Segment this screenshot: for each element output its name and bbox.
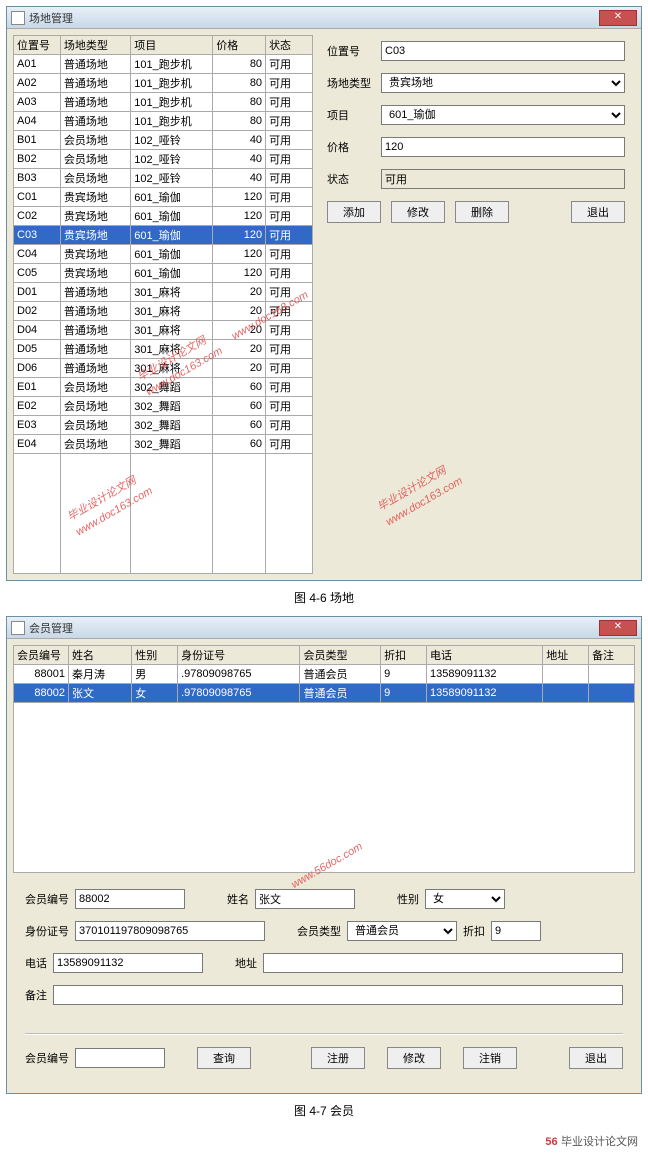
input-note[interactable]	[53, 985, 623, 1005]
label-status: 状态	[327, 171, 381, 187]
table-row[interactable]: D06普通场地301_麻将20可用	[14, 359, 313, 378]
member-grid[interactable]: 会员编号姓名性别身份证号会员类型折扣电话地址备注 88001秦月涛男.97809…	[13, 645, 635, 703]
label-phone: 电话	[25, 955, 47, 971]
member-form: 会员编号 姓名 性别 女 身份证号 会员类型 普通会员 折扣 电话 地址 备注	[7, 879, 641, 1027]
table-row[interactable]: 88002张文女.97809098765普通会员913589091132	[14, 684, 635, 703]
register-button[interactable]: 注册	[311, 1047, 365, 1069]
cancel-button[interactable]: 注销	[463, 1047, 517, 1069]
table-row[interactable]: C02贵宾场地601_瑜伽120可用	[14, 207, 313, 226]
page-footer: 56 毕业设计论文网	[6, 1129, 642, 1153]
input-phone[interactable]	[53, 953, 203, 973]
input-member-id[interactable]	[75, 889, 185, 909]
table-row[interactable]: E04会员场地302_舞蹈60可用	[14, 435, 313, 454]
label-note: 备注	[25, 987, 47, 1003]
label-price: 价格	[327, 139, 381, 155]
col-header[interactable]: 性别	[132, 646, 178, 665]
input-name[interactable]	[255, 889, 355, 909]
table-row[interactable]: B03会员场地102_哑铃40可用	[14, 169, 313, 188]
label-discount: 折扣	[463, 923, 485, 939]
table-row[interactable]: E03会员场地302_舞蹈60可用	[14, 416, 313, 435]
col-header[interactable]: 备注	[589, 646, 635, 665]
table-row[interactable]: C01贵宾场地601_瑜伽120可用	[14, 188, 313, 207]
footer-text: 毕业设计论文网	[561, 1136, 638, 1148]
select-sex[interactable]: 女	[425, 889, 505, 909]
label-item: 项目	[327, 107, 381, 123]
table-row[interactable]: D01普通场地301_麻将20可用	[14, 283, 313, 302]
label-addr: 地址	[235, 955, 257, 971]
window-title: 会员管理	[29, 620, 599, 636]
table-row[interactable]: A04普通场地101_跑步机80可用	[14, 112, 313, 131]
label-card: 身份证号	[25, 923, 69, 939]
window-title: 场地管理	[29, 10, 599, 26]
table-row[interactable]: C03贵宾场地601_瑜伽120可用	[14, 226, 313, 245]
table-row[interactable]: A01普通场地101_跑步机80可用	[14, 55, 313, 74]
venue-grid[interactable]: 位置号场地类型项目价格状态 A01普通场地101_跑步机80可用A02普通场地1…	[13, 35, 313, 574]
col-header[interactable]: 会员类型	[300, 646, 381, 665]
window-member-manage: 会员管理 ✕ 会员编号姓名性别身份证号会员类型折扣电话地址备注 88001秦月涛…	[6, 616, 642, 1094]
figure-caption-2: 图 4-7 会员	[6, 1102, 642, 1119]
add-button[interactable]: 添加	[327, 201, 381, 223]
label-sex: 性别	[397, 891, 419, 907]
venue-form: 位置号 场地类型贵宾场地 项目601_瑜伽 价格 状态 添加 修改 删除 退出	[323, 35, 635, 574]
label-pos: 位置号	[327, 43, 381, 59]
label-member-id: 会员编号	[25, 891, 69, 907]
table-row[interactable]: B02会员场地102_哑铃40可用	[14, 150, 313, 169]
footer-icon: 56	[545, 1136, 557, 1148]
close-button[interactable]: ✕	[599, 620, 637, 636]
close-button[interactable]: ✕	[599, 10, 637, 26]
input-addr[interactable]	[263, 953, 623, 973]
col-header[interactable]: 姓名	[69, 646, 132, 665]
col-header[interactable]: 状态	[266, 36, 313, 55]
table-row[interactable]: B01会员场地102_哑铃40可用	[14, 131, 313, 150]
exit-button[interactable]: 退出	[569, 1047, 623, 1069]
select-type[interactable]: 贵宾场地	[381, 73, 625, 93]
input-pos[interactable]	[381, 41, 625, 61]
titlebar[interactable]: 场地管理 ✕	[7, 7, 641, 29]
table-row[interactable]: E02会员场地302_舞蹈60可用	[14, 397, 313, 416]
input-card[interactable]	[75, 921, 265, 941]
label-query-id: 会员编号	[25, 1050, 69, 1066]
table-row[interactable]: E01会员场地302_舞蹈60可用	[14, 378, 313, 397]
table-row[interactable]: C04贵宾场地601_瑜伽120可用	[14, 245, 313, 264]
col-header[interactable]: 折扣	[381, 646, 427, 665]
col-header[interactable]: 项目	[131, 36, 213, 55]
col-header[interactable]: 价格	[213, 36, 266, 55]
table-row[interactable]: A02普通场地101_跑步机80可用	[14, 74, 313, 93]
col-header[interactable]: 身份证号	[178, 646, 300, 665]
input-query-id[interactable]	[75, 1048, 165, 1068]
separator	[25, 1033, 623, 1035]
col-header[interactable]: 场地类型	[60, 36, 130, 55]
label-member-type: 会员类型	[297, 923, 341, 939]
input-discount[interactable]	[491, 921, 541, 941]
label-name: 姓名	[227, 891, 249, 907]
edit-button[interactable]: 修改	[387, 1047, 441, 1069]
input-status	[381, 169, 625, 189]
app-icon	[11, 621, 25, 635]
figure-caption-1: 图 4-6 场地	[6, 589, 642, 606]
col-header[interactable]: 地址	[543, 646, 589, 665]
col-header[interactable]: 会员编号	[14, 646, 69, 665]
query-button[interactable]: 查询	[197, 1047, 251, 1069]
table-row[interactable]: D04普通场地301_麻将20可用	[14, 321, 313, 340]
table-row[interactable]: C05贵宾场地601_瑜伽120可用	[14, 264, 313, 283]
col-header[interactable]: 位置号	[14, 36, 61, 55]
table-row[interactable]: D05普通场地301_麻将20可用	[14, 340, 313, 359]
label-type: 场地类型	[327, 75, 381, 91]
edit-button[interactable]: 修改	[391, 201, 445, 223]
select-member-type[interactable]: 普通会员	[347, 921, 457, 941]
delete-button[interactable]: 删除	[455, 201, 509, 223]
table-row[interactable]: 88001秦月涛男.97809098765普通会员913589091132	[14, 665, 635, 684]
table-row[interactable]: D02普通场地301_麻将20可用	[14, 302, 313, 321]
input-price[interactable]	[381, 137, 625, 157]
col-header[interactable]: 电话	[426, 646, 542, 665]
select-item[interactable]: 601_瑜伽	[381, 105, 625, 125]
table-row[interactable]: A03普通场地101_跑步机80可用	[14, 93, 313, 112]
app-icon	[11, 11, 25, 25]
titlebar[interactable]: 会员管理 ✕	[7, 617, 641, 639]
exit-button[interactable]: 退出	[571, 201, 625, 223]
window-venue-manage: 场地管理 ✕ 位置号场地类型项目价格状态 A01普通场地101_跑步机80可用A…	[6, 6, 642, 581]
